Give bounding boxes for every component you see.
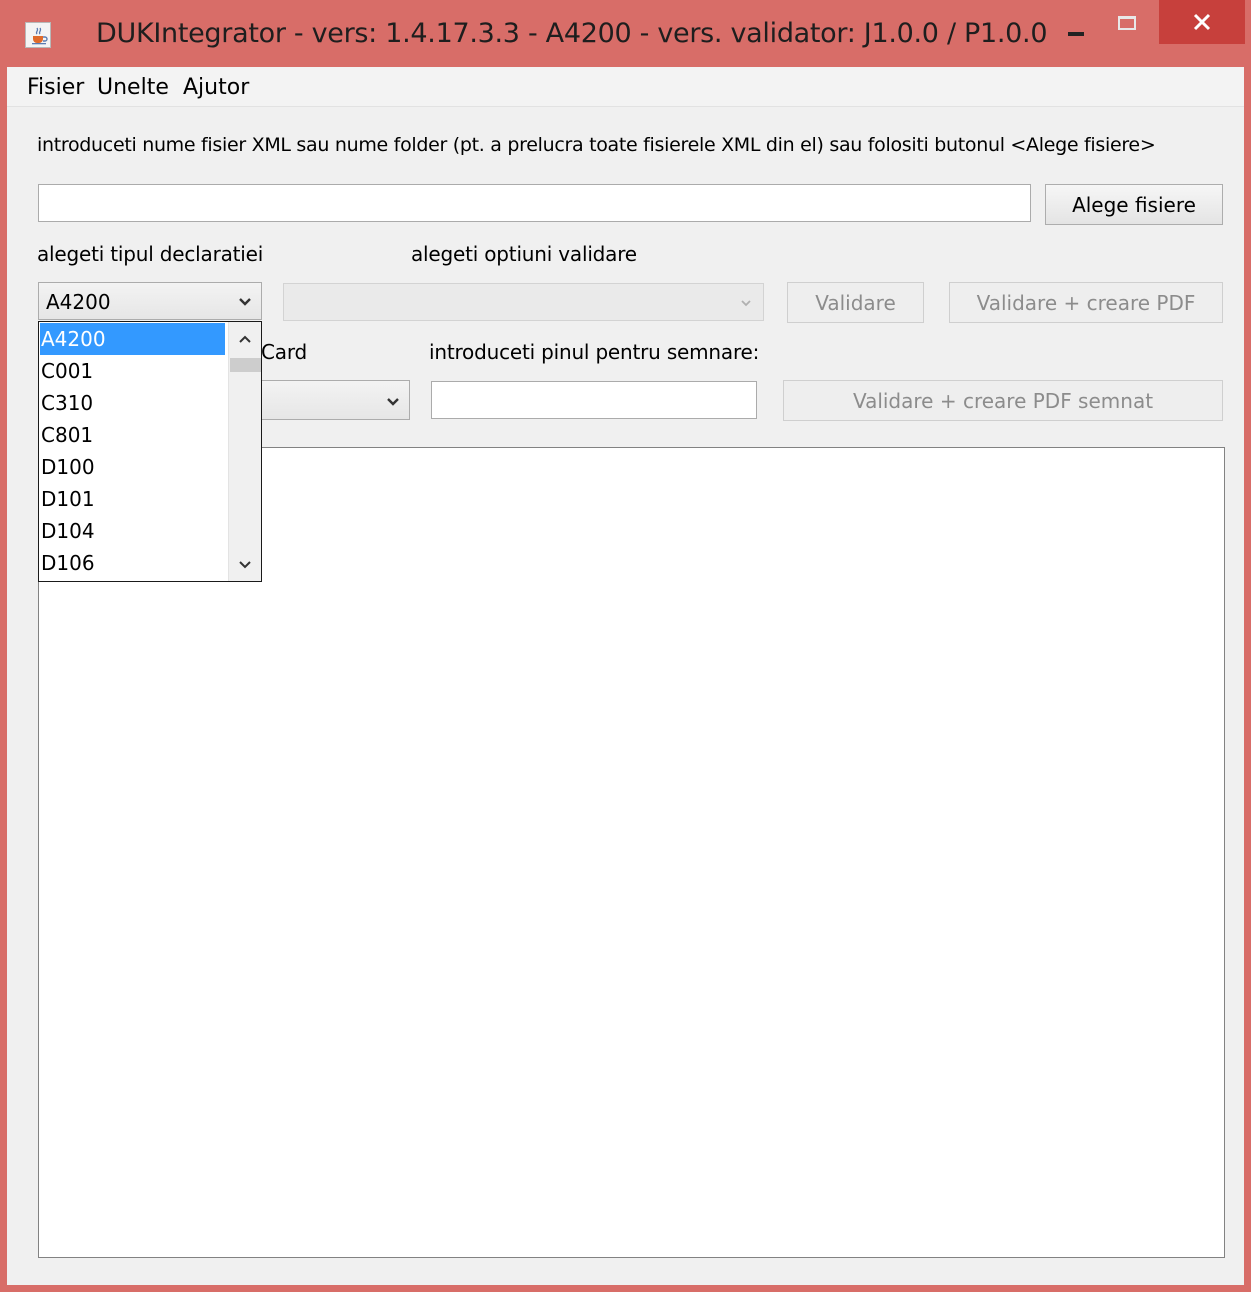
maximize-icon — [1118, 16, 1136, 30]
file-path-input[interactable] — [38, 184, 1031, 222]
choose-files-button[interactable]: Alege fisiere — [1045, 184, 1223, 225]
validation-options-select[interactable] — [283, 283, 764, 321]
validate-button[interactable]: Validare — [787, 282, 924, 323]
dropdown-option[interactable]: A4200 — [40, 323, 225, 355]
chevron-down-icon — [387, 398, 399, 406]
dropdown-option[interactable]: C801 — [40, 419, 225, 451]
close-icon — [1193, 13, 1211, 31]
declaration-type-dropdown-list: A4200 C001 C310 C801 D100 D101 D104 D106 — [38, 321, 262, 582]
dropdown-option[interactable]: D104 — [40, 515, 225, 547]
chevron-down-icon — [239, 298, 251, 306]
dropdown-scrollbar[interactable] — [228, 322, 261, 581]
validate-create-signed-pdf-button[interactable]: Validare + creare PDF semnat — [783, 380, 1223, 421]
declaration-type-select[interactable]: A4200 — [38, 282, 262, 320]
validation-options-label: alegeti optiuni validare — [411, 242, 637, 266]
scrollbar-thumb[interactable] — [230, 358, 261, 372]
minimize-icon — [1068, 32, 1084, 36]
menu-fisier[interactable]: Fisier — [27, 75, 84, 100]
menu-ajutor[interactable]: Ajutor — [183, 75, 249, 100]
maximize-button[interactable] — [1108, 0, 1146, 44]
dropdown-option[interactable]: C001 — [40, 355, 225, 387]
declaration-type-label: alegeti tipul declaratiei — [37, 242, 264, 266]
pin-input[interactable] — [431, 381, 757, 419]
application-window: DUKIntegrator - vers: 1.4.17.3.3 - A4200… — [0, 0, 1251, 1292]
client-area: Fisier Unelte Ajutor introduceti nume fi… — [7, 67, 1244, 1285]
java-cup-icon[interactable] — [25, 22, 51, 48]
chevron-up-icon[interactable] — [237, 332, 253, 346]
title-bar[interactable]: DUKIntegrator - vers: 1.4.17.3.3 - A4200… — [0, 0, 1251, 67]
close-button[interactable] — [1159, 0, 1245, 44]
menu-unelte[interactable]: Unelte — [97, 75, 169, 100]
declaration-type-value: A4200 — [46, 290, 111, 314]
dropdown-option[interactable]: D101 — [40, 483, 225, 515]
instruction-text: introduceti nume fisier XML sau nume fol… — [37, 134, 1156, 156]
chevron-down-icon — [741, 300, 751, 307]
dropdown-option[interactable]: D100 — [40, 451, 225, 483]
dropdown-option[interactable]: D106 — [40, 547, 225, 579]
window-title: DUKIntegrator - vers: 1.4.17.3.3 - A4200… — [96, 18, 1048, 49]
pin-label: introduceti pinul pentru semnare: — [429, 340, 760, 364]
card-label: Card — [261, 340, 307, 364]
menu-bar: Fisier Unelte Ajutor — [7, 67, 1244, 107]
chevron-down-icon[interactable] — [237, 558, 253, 572]
validate-create-pdf-button[interactable]: Validare + creare PDF — [949, 282, 1223, 323]
dropdown-option[interactable]: C310 — [40, 387, 225, 419]
minimize-button[interactable] — [1058, 0, 1096, 44]
